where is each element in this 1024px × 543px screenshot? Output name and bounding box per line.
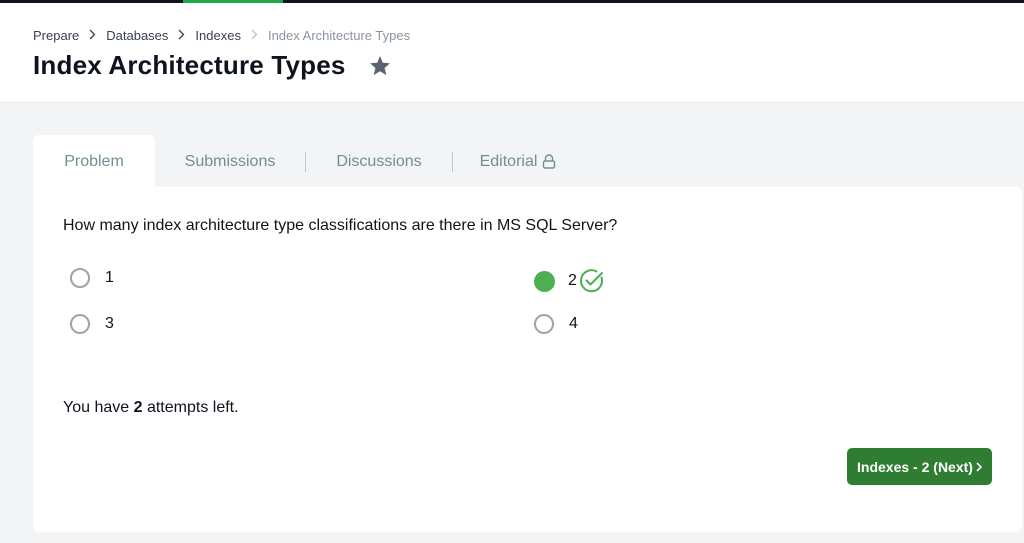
tab-problem[interactable]: Problem xyxy=(33,135,155,188)
option-label: 1 xyxy=(105,269,114,286)
chevron-right-icon xyxy=(178,29,185,43)
attempts-prefix: You have xyxy=(63,399,130,416)
radio-button[interactable] xyxy=(534,314,554,334)
attempts-count: 2 xyxy=(133,399,143,416)
tab-bar: Problem Submissions Discussions Editoria… xyxy=(33,135,583,188)
option-4[interactable]: 4 xyxy=(534,314,578,334)
tab-label: Editorial xyxy=(479,152,538,170)
next-button-label: Indexes - 2 (Next) xyxy=(857,458,973,475)
tab-label: Discussions xyxy=(336,152,422,170)
tab-label: Submissions xyxy=(184,152,276,170)
check-circle-icon xyxy=(579,268,605,294)
option-2[interactable]: 2 xyxy=(534,268,605,294)
option-3[interactable]: 3 xyxy=(70,314,114,334)
option-label: 3 xyxy=(105,315,114,332)
breadcrumb-databases[interactable]: Databases xyxy=(106,28,168,43)
problem-card: How many index architecture type classif… xyxy=(33,187,1022,532)
next-challenge-button[interactable]: Indexes - 2 (Next) xyxy=(847,448,992,485)
question-text: How many index architecture type classif… xyxy=(63,217,618,234)
tab-discussions[interactable]: Discussions xyxy=(306,135,452,188)
radio-button-selected[interactable] xyxy=(534,270,555,292)
option-1[interactable]: 1 xyxy=(70,268,114,288)
chevron-right-icon xyxy=(976,459,983,475)
star-icon[interactable] xyxy=(368,54,392,78)
tab-submissions[interactable]: Submissions xyxy=(155,135,305,188)
page-header: Prepare Databases Indexes Index Architec… xyxy=(0,3,1024,103)
radio-button[interactable] xyxy=(70,268,90,288)
tab-editorial[interactable]: Editorial xyxy=(453,135,583,188)
attempts-text: You have 2 attempts left. xyxy=(63,399,239,417)
page-title: Index Architecture Types xyxy=(33,50,346,80)
tab-label: Problem xyxy=(64,152,124,170)
breadcrumb-current: Index Architecture Types xyxy=(267,28,411,43)
option-label: 2 xyxy=(568,272,577,289)
title-row: Index Architecture Types xyxy=(33,50,392,81)
chevron-right-icon xyxy=(251,29,258,43)
radio-button[interactable] xyxy=(70,314,90,334)
lock-icon xyxy=(542,154,556,169)
breadcrumb-prepare[interactable]: Prepare xyxy=(33,28,79,43)
option-label: 4 xyxy=(569,315,578,332)
attempts-suffix: attempts left. xyxy=(146,399,239,416)
breadcrumb-indexes[interactable]: Indexes xyxy=(195,28,241,43)
breadcrumb: Prepare Databases Indexes Index Architec… xyxy=(33,28,410,43)
chevron-right-icon xyxy=(89,29,96,43)
